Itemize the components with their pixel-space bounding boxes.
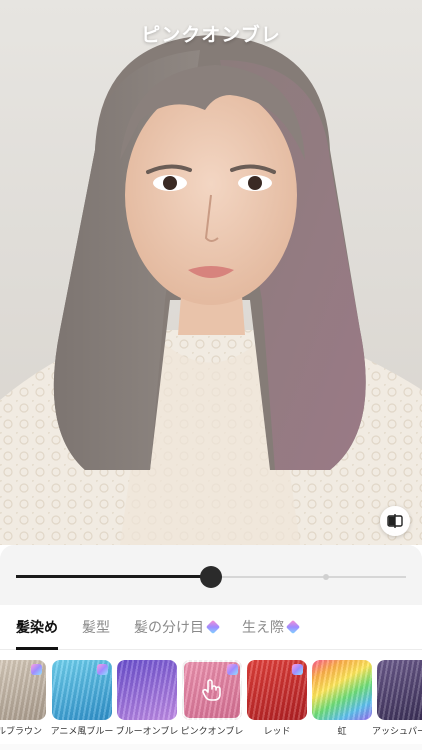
tab-hairline[interactable]: 生え際 <box>242 605 301 650</box>
portrait-photo <box>0 35 422 545</box>
premium-gem-icon <box>292 664 303 675</box>
hand-pointer-icon <box>202 679 221 701</box>
premium-gem-icon <box>227 664 238 675</box>
compare-button[interactable] <box>380 506 410 536</box>
tab-label: 生え際 <box>242 620 284 636</box>
bottom-safe-area <box>0 744 422 750</box>
swatch-blue-ombre[interactable] <box>117 660 177 720</box>
swatch-label: レッド <box>263 727 291 737</box>
swatch-label: ールブラウン <box>0 727 42 737</box>
tab-label: 髪型 <box>82 620 110 636</box>
compare-icon <box>387 514 403 528</box>
swatch-label: アニメ風ブルー <box>50 727 114 737</box>
swatch-rainbow[interactable] <box>312 660 372 720</box>
swatch-label: ブルーオンブレ <box>115 727 179 737</box>
premium-gem-icon <box>205 619 221 635</box>
tab-hair-parting[interactable]: 髪の分け目 <box>134 605 221 650</box>
premium-gem-icon <box>31 664 42 675</box>
style-title: ピンクオンブレ <box>141 24 281 46</box>
premium-gem-icon <box>285 619 301 635</box>
tab-hair-color[interactable]: 髪染め <box>16 605 58 650</box>
tab-label: 髪の分け目 <box>134 620 204 636</box>
tab-label: 髪染め <box>16 620 58 636</box>
slider-default-marker <box>323 574 329 580</box>
swatch-ash-purple[interactable] <box>377 660 422 720</box>
hair-color-swatch-list: ールブラウン アニメ風ブルー ブルーオンブレ ピンクオンブレ レッド 虹 アッシ… <box>0 660 422 740</box>
swatch-label: アッシュパープ <box>372 727 422 737</box>
swatch-ash-brown[interactable] <box>0 660 46 720</box>
intensity-slider-fill <box>16 575 211 578</box>
swatch-anime-blue[interactable] <box>52 660 112 720</box>
intensity-slider-knob[interactable] <box>200 566 222 588</box>
category-tabs: 髪染め 髪型 髪の分け目 生え際 <box>0 605 422 650</box>
tab-hairstyle[interactable]: 髪型 <box>82 605 110 650</box>
swatch-label: ピンクオンブレ <box>180 727 244 737</box>
swatch-label: 虹 <box>337 727 347 737</box>
premium-gem-icon <box>97 664 108 675</box>
swatch-pink-ombre[interactable] <box>182 660 242 720</box>
photo-preview: ピンクオンブレ <box>0 0 422 545</box>
swatch-red[interactable] <box>247 660 307 720</box>
